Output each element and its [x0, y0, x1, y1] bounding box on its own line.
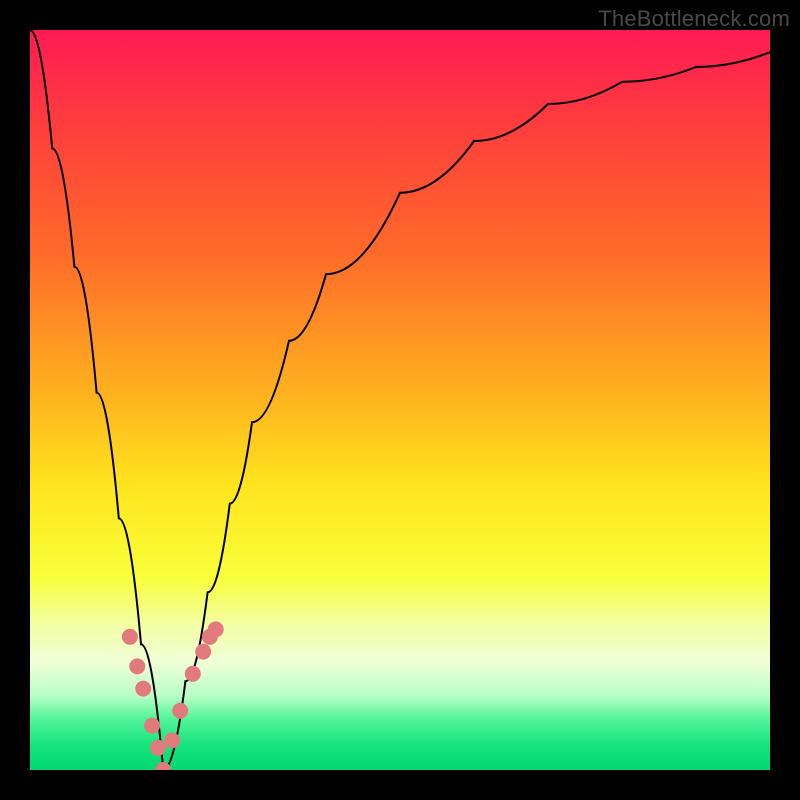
curve-marker — [129, 658, 145, 674]
curve-marker — [185, 666, 201, 682]
curve-marker — [144, 718, 160, 734]
chart-frame: TheBottleneck.com — [0, 0, 800, 800]
curve-marker — [122, 629, 138, 645]
curve-marker — [208, 621, 224, 637]
plot-area — [30, 30, 770, 770]
bottleneck-curve — [30, 30, 770, 770]
v-curve-line — [30, 30, 770, 770]
curve-marker — [150, 740, 166, 756]
curve-markers — [122, 621, 224, 770]
curve-marker — [135, 681, 151, 697]
curve-marker — [195, 644, 211, 660]
watermark-text: TheBottleneck.com — [598, 6, 790, 32]
curve-marker — [172, 703, 188, 719]
curve-marker — [164, 732, 180, 748]
